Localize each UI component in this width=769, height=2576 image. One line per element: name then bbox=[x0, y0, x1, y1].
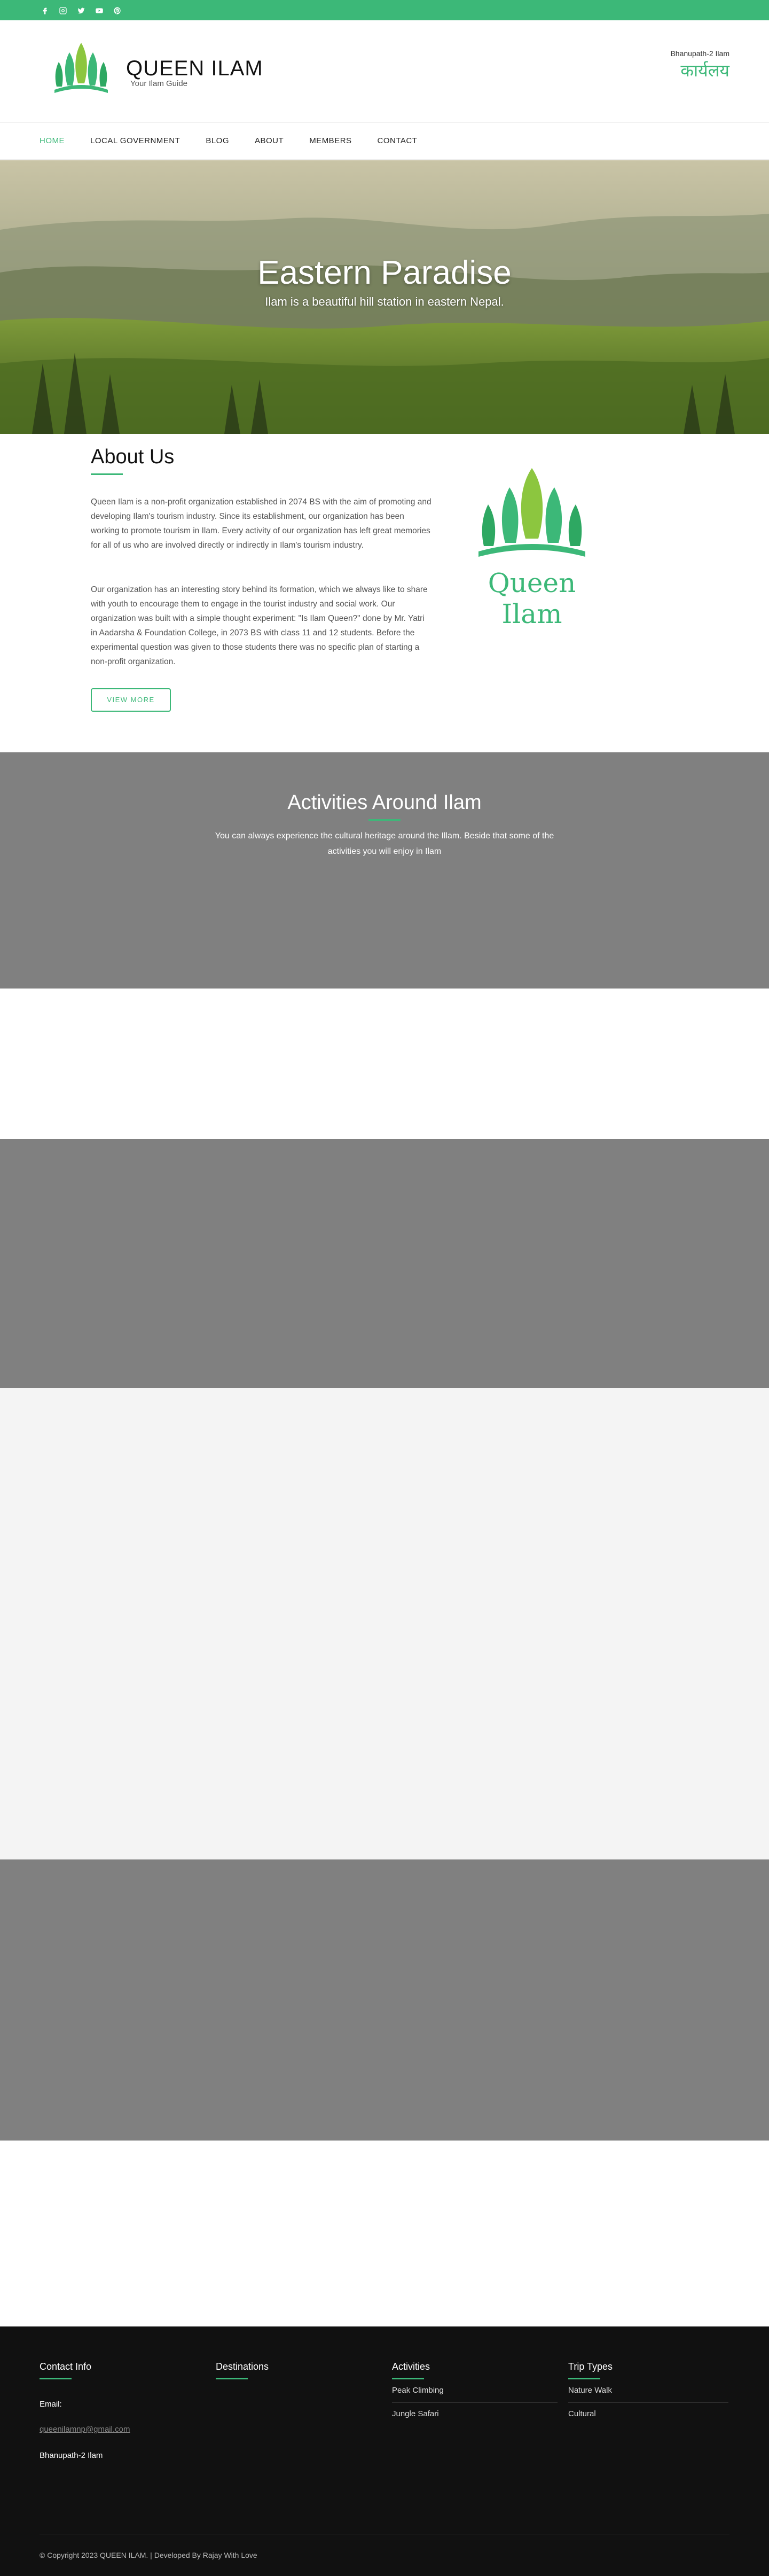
footer-activities-column: Activities Peak Climbing Jungle Safari bbox=[392, 2361, 558, 2426]
hero-title: Eastern Paradise bbox=[257, 254, 512, 291]
facebook-icon[interactable] bbox=[40, 5, 50, 15]
site-header: QUEEN ILAM Your Ilam Guide Bhanupath-2 I… bbox=[0, 20, 769, 123]
empty-section bbox=[0, 2141, 769, 2326]
hero-subtitle: Ilam is a beautiful hill station in east… bbox=[265, 295, 504, 308]
footer-copyright: © Copyright 2023 QUEEN ILAM. | Developed… bbox=[40, 2551, 257, 2559]
about-section: About Us Queen Ilam is a non-profit orga… bbox=[0, 434, 769, 752]
nav-item-home[interactable]: HOME bbox=[40, 136, 65, 145]
nav-item-contact[interactable]: CONTACT bbox=[378, 136, 418, 145]
about-paragraph-1: Queen Ilam is a non-profit organization … bbox=[91, 497, 431, 550]
activities-section: Activities Around Ilam You can always ex… bbox=[0, 752, 769, 989]
footer-link-jungle-safari[interactable]: Jungle Safari bbox=[392, 2403, 558, 2426]
activities-description: You can always experience the cultural h… bbox=[215, 831, 554, 856]
office-address: Bhanupath-2 Ilam bbox=[670, 49, 729, 58]
hero-banner: Eastern Paradise Ilam is a beautiful hil… bbox=[0, 160, 769, 434]
footer-email-link[interactable]: queenilamnp@gmail.com bbox=[40, 2425, 200, 2434]
footer-link-cultural[interactable]: Cultural bbox=[568, 2403, 728, 2426]
office-label: कार्यलय bbox=[680, 60, 729, 81]
footer-destinations-column: Destinations bbox=[216, 2361, 376, 2379]
grey-section bbox=[0, 1139, 769, 1388]
youtube-icon[interactable] bbox=[94, 5, 105, 15]
activities-heading: Activities Around Ilam bbox=[287, 791, 482, 814]
footer-activities-heading: Activities bbox=[392, 2361, 430, 2372]
twitter-icon[interactable] bbox=[76, 5, 87, 15]
footer-contact-column: Contact Info Email: queenilamnp@gmail.co… bbox=[40, 2361, 200, 2460]
footer-address: Bhanupath-2 Ilam bbox=[40, 2451, 103, 2460]
grey-section bbox=[0, 1859, 769, 2141]
social-links bbox=[40, 5, 123, 15]
nav-item-blog[interactable]: BLOG bbox=[206, 136, 229, 145]
heading-underline bbox=[368, 819, 401, 821]
footer-contact-heading: Contact Info bbox=[40, 2361, 92, 2372]
view-more-button[interactable]: VIEW MORE bbox=[91, 688, 171, 712]
footer-destinations-heading: Destinations bbox=[216, 2361, 269, 2372]
top-bar bbox=[0, 0, 769, 20]
about-heading: About Us bbox=[91, 446, 175, 468]
main-nav: HOME LOCAL GOVERNMENT BLOG ABOUT MEMBERS… bbox=[0, 123, 769, 160]
footer-email-label: Email: bbox=[40, 2400, 62, 2409]
footer-link-peak-climbing[interactable]: Peak Climbing bbox=[392, 2379, 558, 2403]
footer-link-nature-walk[interactable]: Nature Walk bbox=[568, 2379, 728, 2403]
nav-item-local-government[interactable]: LOCAL GOVERNMENT bbox=[90, 136, 180, 145]
about-paragraph-2: Our organization has an interesting stor… bbox=[91, 585, 428, 666]
light-section bbox=[0, 1388, 769, 1859]
brand-title[interactable]: QUEEN ILAM bbox=[126, 57, 263, 81]
footer-trip-types-heading: Trip Types bbox=[568, 2361, 613, 2372]
brand-tagline: Your Ilam Guide bbox=[130, 79, 188, 88]
empty-section bbox=[0, 989, 769, 1139]
queen-ilam-logo[interactable] bbox=[49, 41, 113, 99]
footer-trip-types-column: Trip Types Nature Walk Cultural bbox=[568, 2361, 728, 2426]
site-footer: Contact Info Email: queenilamnp@gmail.co… bbox=[0, 2326, 769, 2576]
office-info: Bhanupath-2 Ilam कार्यलय bbox=[670, 49, 729, 82]
pinterest-icon[interactable] bbox=[112, 5, 123, 15]
nav-item-about[interactable]: ABOUT bbox=[255, 136, 284, 145]
about-logo-text: Queen Ilam bbox=[488, 567, 576, 629]
heading-underline bbox=[216, 2378, 248, 2379]
instagram-icon[interactable] bbox=[58, 5, 68, 15]
heading-underline bbox=[91, 473, 123, 475]
heading-underline bbox=[40, 2378, 72, 2379]
nav-item-members[interactable]: MEMBERS bbox=[309, 136, 351, 145]
